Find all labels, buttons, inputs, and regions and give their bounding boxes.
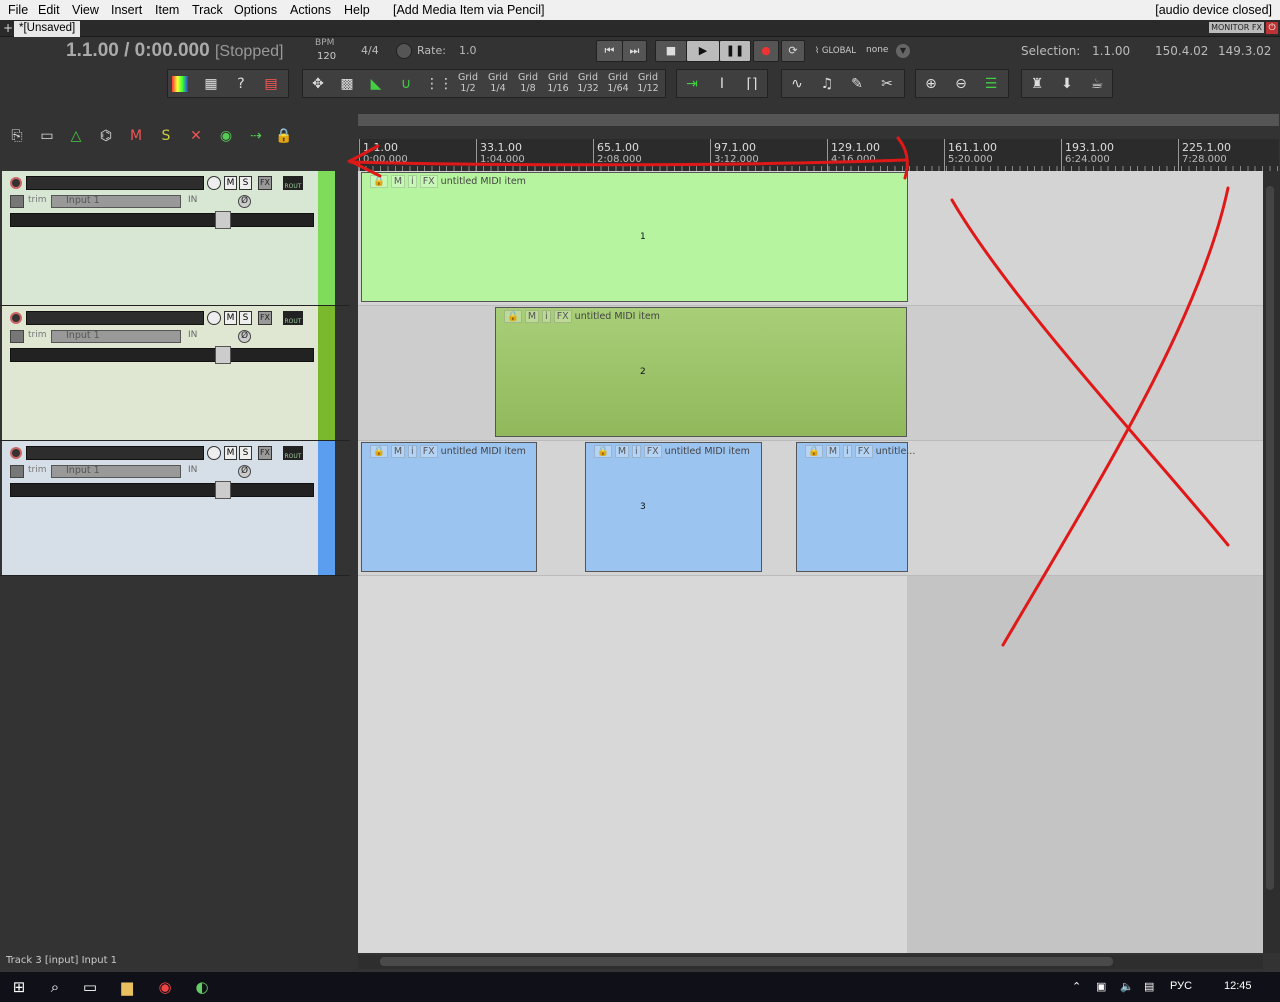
network-icon[interactable]: ▣ — [1096, 980, 1106, 993]
chrome-icon[interactable]: ◉ — [150, 976, 180, 998]
chevron-up-icon[interactable]: ⌃ — [1072, 980, 1081, 993]
task-view-icon[interactable]: ▭ — [75, 976, 105, 998]
volume-icon[interactable]: 🔈 — [1120, 980, 1134, 993]
reaper-icon[interactable]: ◐ — [187, 976, 217, 998]
arrow-right-head — [896, 136, 909, 180]
arrow-line — [348, 158, 907, 167]
annotation-overlay — [346, 136, 1230, 647]
cross-stroke — [1001, 186, 1230, 647]
clock[interactable]: 12:45 — [1224, 980, 1252, 992]
file-explorer-icon[interactable]: ▆ — [112, 976, 142, 998]
search-icon[interactable]: ⌕ — [40, 976, 70, 998]
language-indicator[interactable]: РУС — [1170, 980, 1192, 992]
windows-start-icon[interactable]: ⊞ — [4, 976, 34, 998]
windows-taskbar: ⊞ ⌕ ▭ ▆ ◉ ◐ ⌃ ▣ 🔈 ▤ РУС 12:45 — [0, 972, 1280, 1002]
cross-stroke — [950, 198, 1230, 547]
notification-icon[interactable]: ▤ — [1144, 980, 1154, 993]
